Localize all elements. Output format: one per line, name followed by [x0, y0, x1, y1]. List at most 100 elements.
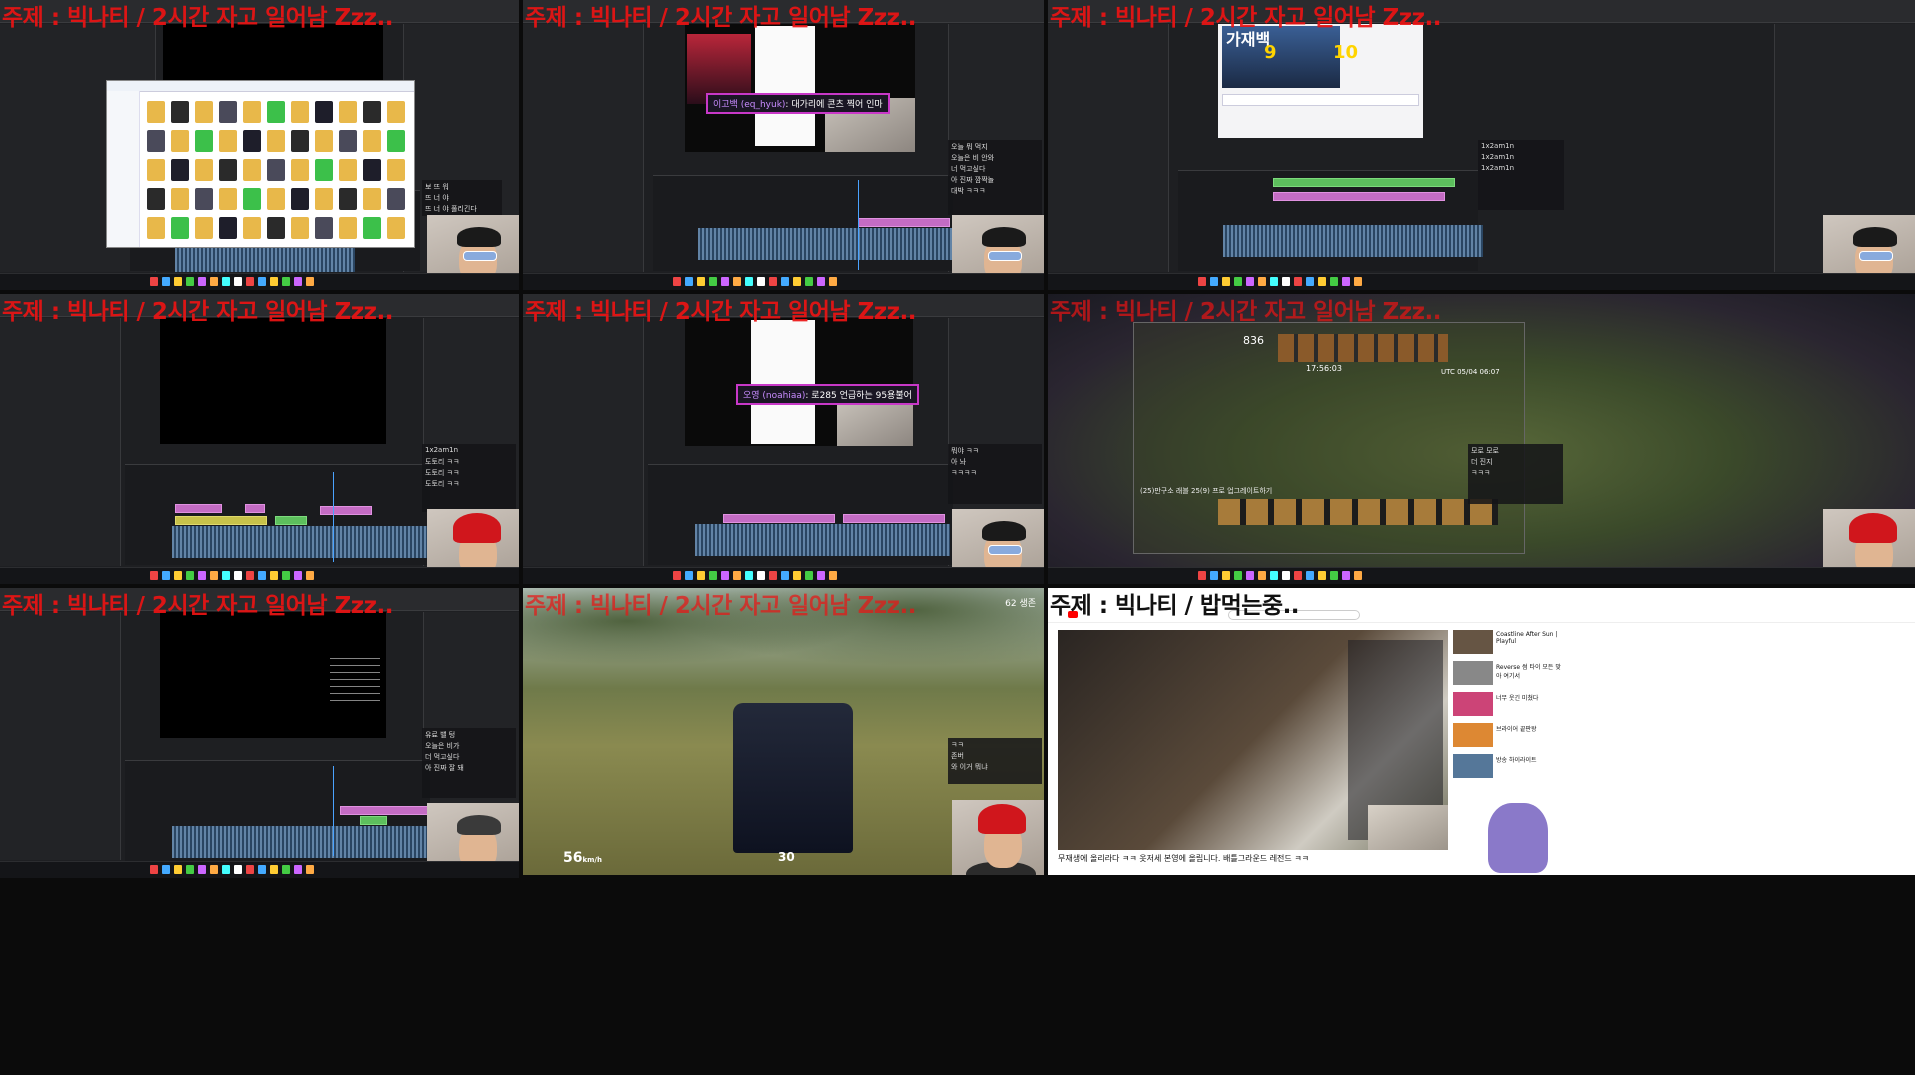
folder-icon[interactable]	[363, 101, 381, 123]
taskbar-app-icon[interactable]	[745, 277, 753, 286]
timeline-clip[interactable]	[1273, 192, 1445, 201]
taskbar-app-icon[interactable]	[1234, 277, 1242, 286]
taskbar-app-icon[interactable]	[234, 865, 242, 874]
taskbar-app-icon[interactable]	[270, 571, 278, 580]
taskbar-app-icon[interactable]	[210, 865, 218, 874]
folder-icon[interactable]	[339, 130, 357, 152]
taskbar-app-icon[interactable]	[1306, 571, 1314, 580]
folder-icon[interactable]	[291, 217, 309, 239]
taskbar-app-icon[interactable]	[1306, 277, 1314, 286]
taskbar-app-icon[interactable]	[282, 865, 290, 874]
taskbar-app-icon[interactable]	[210, 571, 218, 580]
file-explorer-window[interactable]	[106, 80, 415, 248]
video-player[interactable]	[1058, 630, 1448, 850]
folder-icon[interactable]	[363, 217, 381, 239]
folder-icon[interactable]	[363, 188, 381, 210]
folder-icon[interactable]	[243, 188, 261, 210]
folder-icon[interactable]	[147, 130, 165, 152]
taskbar-app-icon[interactable]	[1270, 571, 1278, 580]
folder-icon[interactable]	[219, 159, 237, 181]
taskbar-app-icon[interactable]	[282, 571, 290, 580]
taskbar-app-icon[interactable]	[673, 277, 681, 286]
taskbar-app-icon[interactable]	[162, 277, 170, 286]
taskbar-app-icon[interactable]	[805, 277, 813, 286]
taskbar-app-icon[interactable]	[1258, 277, 1266, 286]
taskbar-app-icon[interactable]	[1270, 277, 1278, 286]
folder-icon[interactable]	[171, 130, 189, 152]
taskbar-app-icon[interactable]	[270, 865, 278, 874]
taskbar-app-icon[interactable]	[222, 571, 230, 580]
taskbar-app-icon[interactable]	[234, 277, 242, 286]
taskbar-app-icon[interactable]	[174, 277, 182, 286]
folder-icon[interactable]	[387, 130, 405, 152]
hero-bench[interactable]	[1218, 499, 1498, 525]
taskbar-app-icon[interactable]	[673, 571, 681, 580]
taskbar-app-icon[interactable]	[1198, 571, 1206, 580]
taskbar-app-icon[interactable]	[282, 277, 290, 286]
taskbar-app-icon[interactable]	[1198, 277, 1206, 286]
taskbar-app-icon[interactable]	[150, 277, 158, 286]
taskbar-app-icon[interactable]	[294, 571, 302, 580]
folder-icon[interactable]	[291, 159, 309, 181]
folder-icon[interactable]	[267, 130, 285, 152]
taskbar-app-icon[interactable]	[769, 277, 777, 286]
taskbar-app-icon[interactable]	[685, 277, 693, 286]
taskbar-app-icon[interactable]	[1354, 571, 1362, 580]
folder-icon[interactable]	[171, 101, 189, 123]
folder-icon[interactable]	[363, 130, 381, 152]
taskbar-app-icon[interactable]	[685, 571, 693, 580]
recommended-video[interactable]: 너무 웃긴 미쳤다	[1453, 692, 1563, 720]
taskbar-app-icon[interactable]	[306, 865, 314, 874]
playhead[interactable]	[858, 180, 859, 270]
taskbar-app-icon[interactable]	[258, 865, 266, 874]
folder-icon[interactable]	[315, 101, 333, 123]
taskbar-app-icon[interactable]	[246, 277, 254, 286]
taskbar-app-icon[interactable]	[793, 277, 801, 286]
timeline-clip[interactable]	[723, 514, 835, 523]
taskbar-app-icon[interactable]	[1246, 571, 1254, 580]
folder-icon[interactable]	[339, 188, 357, 210]
taskbar-app-icon[interactable]	[198, 277, 206, 286]
folder-icon[interactable]	[291, 130, 309, 152]
folder-icon[interactable]	[171, 217, 189, 239]
folder-icon[interactable]	[147, 217, 165, 239]
taskbar-app-icon[interactable]	[1258, 571, 1266, 580]
folder-icon[interactable]	[267, 188, 285, 210]
folder-icon[interactable]	[219, 188, 237, 210]
timeline-clip[interactable]	[175, 516, 267, 525]
folder-icon[interactable]	[219, 101, 237, 123]
folder-icon[interactable]	[339, 159, 357, 181]
hero-shop[interactable]	[1278, 334, 1448, 362]
taskbar-app-icon[interactable]	[1318, 571, 1326, 580]
taskbar-app-icon[interactable]	[294, 865, 302, 874]
folder-icon[interactable]	[147, 101, 165, 123]
taskbar-app-icon[interactable]	[210, 277, 218, 286]
taskbar-app-icon[interactable]	[1330, 277, 1338, 286]
taskbar-app-icon[interactable]	[769, 571, 777, 580]
taskbar-app-icon[interactable]	[829, 571, 837, 580]
timeline-clip[interactable]	[340, 806, 432, 815]
playhead[interactable]	[333, 766, 334, 856]
taskbar-app-icon[interactable]	[1246, 277, 1254, 286]
taskbar-app-icon[interactable]	[757, 571, 765, 580]
taskbar-app-icon[interactable]	[829, 277, 837, 286]
folder-icon[interactable]	[195, 130, 213, 152]
folder-icon[interactable]	[195, 101, 213, 123]
taskbar-app-icon[interactable]	[186, 865, 194, 874]
taskbar-app-icon[interactable]	[234, 571, 242, 580]
taskbar-app-icon[interactable]	[1342, 277, 1350, 286]
taskbar-app-icon[interactable]	[258, 571, 266, 580]
taskbar-app-icon[interactable]	[781, 571, 789, 580]
folder-icon[interactable]	[243, 130, 261, 152]
folder-icon[interactable]	[171, 188, 189, 210]
folder-icon[interactable]	[195, 188, 213, 210]
folder-icon[interactable]	[219, 217, 237, 239]
folder-icon[interactable]	[267, 217, 285, 239]
timeline-clip[interactable]	[1273, 178, 1455, 187]
folder-icon[interactable]	[315, 130, 333, 152]
taskbar-app-icon[interactable]	[174, 865, 182, 874]
recommended-video[interactable]: 브라이어 끝판왕	[1453, 723, 1563, 751]
taskbar-app-icon[interactable]	[246, 571, 254, 580]
taskbar-app-icon[interactable]	[733, 571, 741, 580]
folder-icon[interactable]	[171, 159, 189, 181]
